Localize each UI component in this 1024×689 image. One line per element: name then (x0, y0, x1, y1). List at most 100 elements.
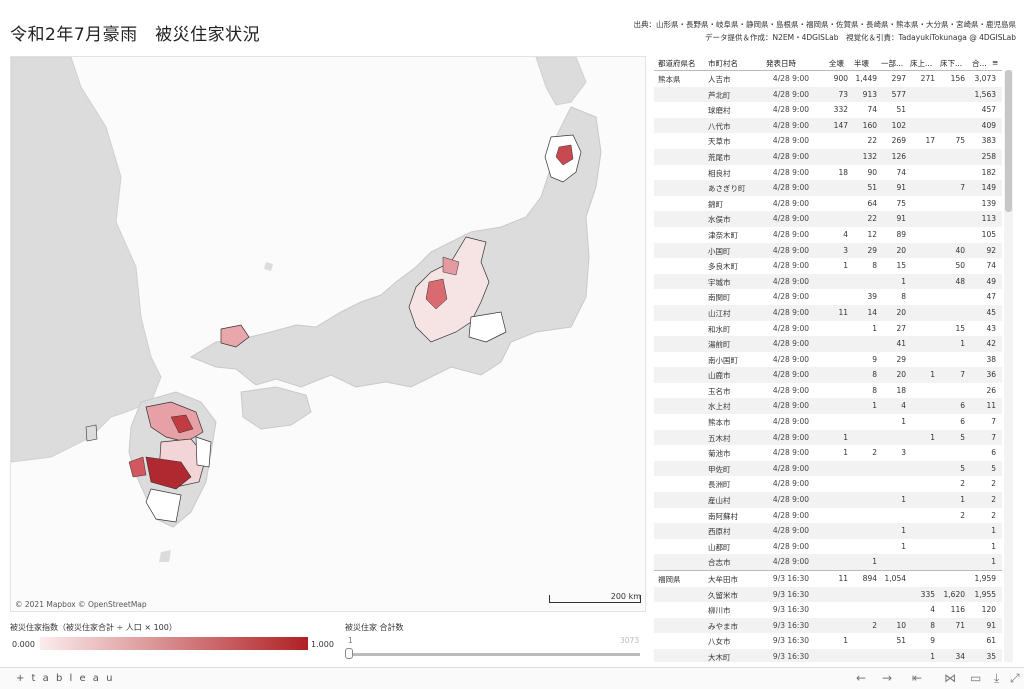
value-cell: 1,959 (974, 574, 996, 583)
tableau-logo[interactable]: + t a b l e a u (16, 673, 114, 684)
slider-handle[interactable] (345, 648, 353, 659)
redo-icon[interactable]: → (882, 671, 892, 685)
color-legend-min: 0.000 (12, 640, 35, 649)
value-cell: 1 (843, 636, 848, 646)
fullscreen-icon[interactable]: ⤢ (1010, 671, 1020, 686)
table-row[interactable]: 菊池市 4/28 9:00 1 2 3 6 (654, 445, 1002, 461)
column-header[interactable]: 床下... (940, 58, 962, 69)
table-row[interactable]: 和水町 4/28 9:00 1 27 15 43 (654, 321, 1002, 337)
damage-table[interactable]: 都道府県名 市町村名 発表日時 全壊 半壊 一部... 床上... 床下... 合... ≡ 熊本… (654, 56, 1002, 662)
table-row[interactable]: 小国町 4/28 9:00 3 29 20 40 92 (654, 242, 1002, 259)
city-cell: 合志市 (708, 558, 731, 568)
table-row[interactable]: 天草市 4/28 9:00 22 269 17 75 383 (654, 133, 1002, 149)
share-icon[interactable]: ⋈ (944, 671, 956, 685)
map-canvas[interactable] (11, 57, 646, 612)
column-header[interactable]: 合... (972, 58, 987, 69)
date-cell: 4/28 9:00 (772, 229, 809, 239)
value-cell: 1,955 (974, 589, 996, 599)
table-row[interactable]: 南関町 4/28 9:00 39 8 47 (654, 289, 1002, 305)
value-cell: 17 (925, 136, 935, 146)
city-cell: 柳川市 (708, 606, 731, 616)
map-view[interactable]: © 2021 Mapbox © OpenStreetMap 200 km (10, 56, 646, 612)
value-cell: 15 (896, 261, 906, 271)
download-icon[interactable]: ⤓ (994, 671, 999, 686)
column-header[interactable]: 市町村名 (708, 58, 738, 69)
table-row[interactable]: 津奈木町 4/28 9:00 4 12 89 105 (654, 227, 1002, 243)
views-icon[interactable]: ▭ (970, 671, 981, 685)
table-row[interactable]: 南小国町 4/28 9:00 9 29 38 (654, 352, 1002, 368)
table-row[interactable]: 山都町 4/28 9:00 1 1 (654, 539, 1002, 555)
date-cell: 4/28 9:00 (772, 370, 809, 380)
table-row[interactable]: 福岡県 大牟田市 9/3 16:30 11 894 1,054 1,959 (654, 571, 1002, 587)
table-row[interactable]: 長洲町 4/28 9:00 2 2 (654, 476, 1002, 492)
city-cell: 長洲町 (708, 480, 731, 490)
table-row[interactable]: 多良木町 4/28 9:00 1 8 15 50 74 (654, 258, 1002, 274)
table-row[interactable]: 合志市 4/28 9:00 1 1 (654, 554, 1002, 570)
value-cell: 6 (960, 401, 965, 411)
column-header[interactable]: 都道府県名 (658, 58, 696, 69)
city-cell: 天草市 (708, 137, 731, 147)
table-row[interactable]: 甲佐町 4/28 9:00 5 5 (654, 460, 1002, 477)
date-cell: 4/28 9:00 (772, 151, 809, 161)
oita-miyazaki-region[interactable] (195, 436, 212, 468)
table-row[interactable]: 熊本市 4/28 9:00 1 6 7 (654, 414, 1002, 430)
value-cell: 5 (991, 463, 996, 473)
value-cell: 1 (843, 261, 848, 271)
table-row[interactable]: 西原村 4/28 9:00 1 1 (654, 523, 1002, 539)
map-copyright[interactable]: © 2021 Mapbox © OpenStreetMap (15, 600, 147, 609)
city-cell: 甲佐町 (708, 464, 731, 474)
credits-author: データ提供＆作成：N2EM・4DGISLab 視覚化＆引責：TadayukiTo… (705, 33, 1016, 42)
table-row[interactable]: 相良村 4/28 9:00 18 90 74 182 (654, 165, 1002, 181)
value-cell: 8 (872, 370, 877, 380)
value-cell: 297 (891, 74, 906, 83)
table-row[interactable]: 山鹿市 4/28 9:00 8 20 1 7 36 (654, 367, 1002, 383)
value-cell: 335 (920, 589, 935, 599)
table-row[interactable]: 水上村 4/28 9:00 1 4 6 11 (654, 398, 1002, 415)
table-row[interactable]: 八代市 4/28 9:00 147 160 102 409 (654, 117, 1002, 134)
column-header[interactable]: 一部... (881, 58, 903, 69)
column-header[interactable]: 床上... (910, 58, 932, 69)
date-cell: 4/28 9:00 (772, 323, 809, 333)
value-cell: 74 (896, 167, 906, 177)
value-cell: 73 (838, 89, 848, 99)
sort-icon[interactable]: ≡ (992, 58, 998, 67)
table-row[interactable]: 宇城市 4/28 9:00 1 48 49 (654, 273, 1002, 290)
table-row[interactable]: 産山村 4/28 9:00 1 1 2 (654, 492, 1002, 508)
value-cell: 126 (891, 151, 906, 161)
table-header: 都道府県名 市町村名 発表日時 全壊 半壊 一部... 床上... 床下... 合... ≡ (654, 56, 1002, 71)
table-row[interactable]: 湯前町 4/28 9:00 41 1 42 (654, 336, 1002, 352)
table-row[interactable]: 玉名市 4/28 9:00 8 18 26 (654, 383, 1002, 399)
value-cell: 38 (986, 354, 996, 364)
table-row[interactable]: 熊本県 人吉市 4/28 9:00 900 1,449 297 271 156 3,073 (654, 71, 1002, 87)
scrollbar-thumb[interactable] (1005, 70, 1012, 212)
table-row[interactable]: 錦町 4/28 9:00 64 75 139 (654, 196, 1002, 212)
column-header[interactable]: 半壊 (854, 58, 869, 69)
undo-icon[interactable]: ← (856, 671, 866, 685)
value-cell: 2 (960, 510, 965, 520)
table-row[interactable]: みやま市 9/3 16:30 2 10 8 71 91 (654, 617, 1002, 634)
table-row[interactable]: 山江村 4/28 9:00 11 14 20 45 (654, 304, 1002, 321)
city-cell: 産山村 (708, 496, 731, 506)
date-cell: 4/28 9:00 (772, 105, 809, 115)
column-header[interactable]: 全壊 (829, 58, 844, 69)
table-row[interactable]: 球磨村 4/28 9:00 332 74 51 457 (654, 102, 1002, 118)
table-row[interactable]: 大木町 9/3 16:30 1 34 35 (654, 648, 1002, 662)
table-row[interactable]: 芦北町 4/28 9:00 73 913 577 1,563 (654, 86, 1002, 103)
city-cell: 山都町 (708, 542, 731, 552)
table-row[interactable]: 南阿蘇村 4/28 9:00 2 2 (654, 508, 1002, 524)
table-row[interactable]: 五木村 4/28 9:00 1 1 5 7 (654, 429, 1002, 446)
table-row[interactable]: 水俣市 4/28 9:00 22 91 113 (654, 211, 1002, 227)
range-slider[interactable] (348, 653, 640, 656)
value-cell: 40 (955, 245, 965, 255)
table-row[interactable]: 荒尾市 4/28 9:00 132 126 258 (654, 148, 1002, 165)
value-cell: 2 (991, 510, 996, 520)
table-row[interactable]: 柳川市 9/3 16:30 4 116 120 (654, 602, 1002, 618)
value-cell: 29 (867, 245, 877, 255)
revert-icon[interactable]: ⇤ (912, 671, 922, 685)
column-header[interactable]: 発表日時 (766, 58, 796, 69)
table-row[interactable]: あさぎり町 4/28 9:00 51 91 7 149 (654, 180, 1002, 196)
table-row[interactable]: 八女市 9/3 16:30 1 51 9 61 (654, 633, 1002, 649)
value-cell: 20 (896, 307, 906, 317)
table-row[interactable]: 久留米市 9/3 16:30 335 1,620 1,955 (654, 586, 1002, 603)
value-cell: 8 (901, 292, 906, 302)
